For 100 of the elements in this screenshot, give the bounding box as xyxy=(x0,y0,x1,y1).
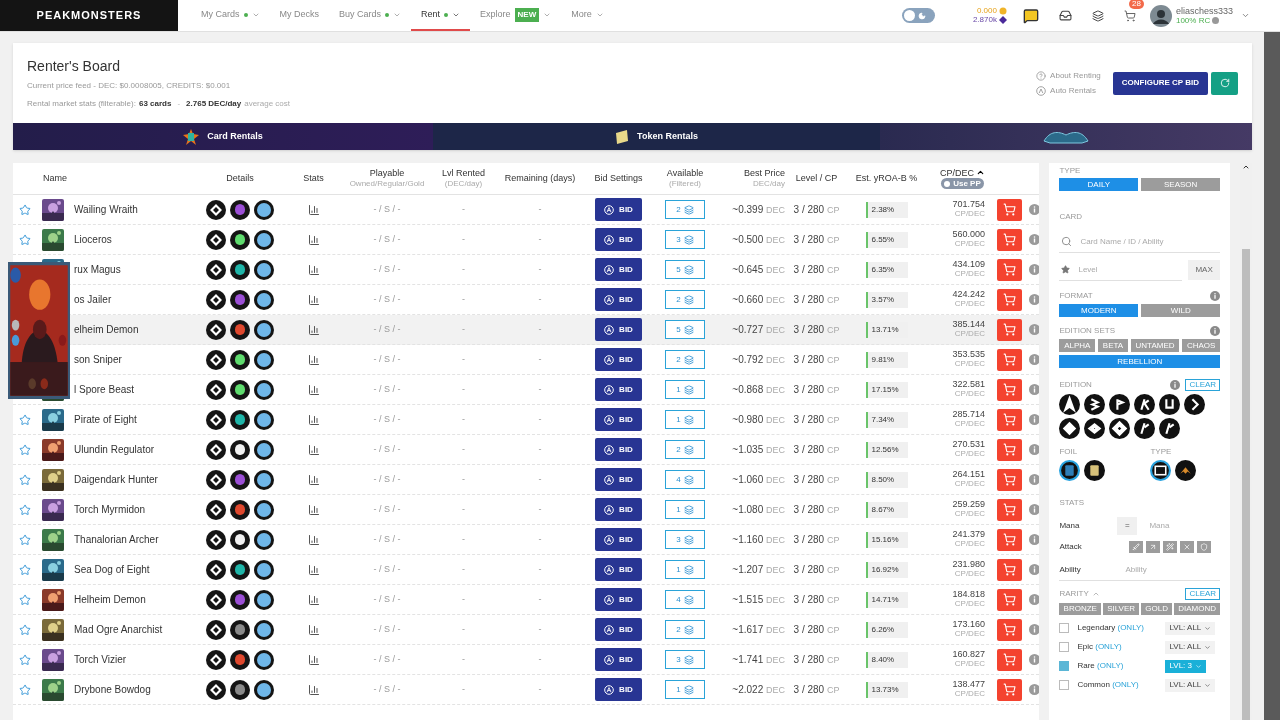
rarity-checkbox[interactable] xyxy=(1059,661,1070,671)
inbox-icon[interactable] xyxy=(1058,9,1072,22)
card-name[interactable]: rux Magus xyxy=(74,262,121,277)
available-button[interactable]: 2 xyxy=(665,200,705,219)
available-button[interactable]: 4 xyxy=(665,470,705,489)
refresh-button[interactable] xyxy=(1211,71,1238,95)
column-header[interactable]: Level / CP xyxy=(795,173,838,184)
attack-type-button[interactable] xyxy=(1163,541,1178,553)
attack-type-button[interactable] xyxy=(1180,541,1195,553)
cart-button[interactable] xyxy=(997,348,1022,371)
card-name[interactable]: Wailing Wraith xyxy=(74,202,138,217)
edition-icon[interactable] xyxy=(1084,418,1106,439)
edition-icon[interactable] xyxy=(1084,394,1106,415)
available-button[interactable]: 1 xyxy=(665,680,705,699)
info-icon[interactable] xyxy=(1212,17,1220,25)
column-header[interactable]: Stats xyxy=(303,173,324,184)
edition-icon[interactable] xyxy=(1134,418,1156,439)
info-icon[interactable] xyxy=(1029,354,1040,365)
cart-button[interactable] xyxy=(997,648,1022,671)
scroll-up-icon[interactable] xyxy=(1242,163,1251,171)
cart-button[interactable] xyxy=(997,558,1022,581)
card-name[interactable]: Daigendark Hunter xyxy=(74,472,158,487)
nav-item[interactable]: More xyxy=(561,0,614,31)
info-icon[interactable] xyxy=(1210,326,1221,336)
column-header[interactable]: Available xyxy=(666,168,704,180)
stats-icon[interactable] xyxy=(307,413,320,426)
bid-button[interactable]: BID xyxy=(595,648,642,671)
edition-icon[interactable] xyxy=(1159,394,1181,415)
available-button[interactable]: 3 xyxy=(665,530,705,549)
bid-button[interactable]: BID xyxy=(595,258,642,281)
info-icon[interactable] xyxy=(1029,294,1040,305)
cart-button[interactable] xyxy=(997,408,1022,431)
star-icon[interactable] xyxy=(19,653,31,666)
card-search-field[interactable]: Card Name / ID / Ability xyxy=(1059,231,1221,253)
level-field[interactable]: Level xyxy=(1059,259,1183,281)
bid-button[interactable]: BID xyxy=(595,438,642,461)
info-icon[interactable] xyxy=(1029,564,1040,575)
edition-icon[interactable] xyxy=(1059,418,1081,439)
edition-icon[interactable] xyxy=(1184,394,1206,415)
max-button[interactable]: MAX xyxy=(1188,260,1221,280)
star-icon[interactable] xyxy=(19,203,31,216)
card-name[interactable]: Helheim Demon xyxy=(74,592,146,607)
star-icon[interactable] xyxy=(19,533,31,546)
cart-icon[interactable] xyxy=(1123,9,1136,22)
info-icon[interactable] xyxy=(1029,264,1040,275)
layers-icon[interactable] xyxy=(1091,9,1104,22)
card-name[interactable]: Lioceros xyxy=(74,232,112,247)
scrollbar-thumb[interactable] xyxy=(1242,249,1251,720)
stats-icon[interactable] xyxy=(307,203,320,216)
summoner-icon[interactable] xyxy=(1175,460,1197,481)
attack-type-button[interactable] xyxy=(1197,541,1212,553)
card-name[interactable]: son Sniper xyxy=(74,352,122,367)
stats-icon[interactable] xyxy=(307,653,320,666)
column-header[interactable]: Best Price xyxy=(744,168,785,180)
cart-button[interactable] xyxy=(997,618,1022,641)
card-name[interactable]: Sea Dog of Eight xyxy=(74,562,150,577)
bid-button[interactable]: BID xyxy=(595,498,642,521)
level-dropdown[interactable]: LVL: ALL xyxy=(1165,621,1216,635)
column-header[interactable]: Remaining (days) xyxy=(504,173,576,184)
available-button[interactable]: 5 xyxy=(665,320,705,339)
available-button[interactable]: 5 xyxy=(665,260,705,279)
mana-operator-button[interactable]: = xyxy=(1117,517,1138,535)
rarity-checkbox[interactable] xyxy=(1059,680,1070,690)
stats-icon[interactable] xyxy=(307,623,320,636)
star-icon[interactable] xyxy=(19,563,31,576)
page-scrollbar[interactable] xyxy=(1264,32,1280,720)
card-name[interactable]: Drybone Bowdog xyxy=(74,682,151,697)
nav-item[interactable]: My Decks xyxy=(269,0,330,31)
configure-cp-bid-button[interactable]: CONFIGURE CP BID xyxy=(1112,71,1208,95)
available-button[interactable]: 2 xyxy=(665,290,705,309)
info-icon[interactable] xyxy=(1170,380,1181,390)
card-name[interactable]: Ulundin Regulator xyxy=(74,442,155,457)
available-button[interactable]: 2 xyxy=(665,620,705,639)
star-icon[interactable] xyxy=(19,233,31,246)
bid-button[interactable]: BID xyxy=(595,468,642,491)
cart-button[interactable] xyxy=(997,588,1022,611)
column-header[interactable]: Playable xyxy=(369,168,405,180)
stats-icon[interactable] xyxy=(307,233,320,246)
level-dropdown[interactable]: LVL: ALL xyxy=(1165,640,1216,654)
star-icon[interactable] xyxy=(19,473,31,486)
stats-icon[interactable] xyxy=(307,593,320,606)
cart-button[interactable] xyxy=(997,288,1022,311)
bid-button[interactable]: BID xyxy=(595,348,642,371)
star-icon[interactable] xyxy=(19,443,31,456)
info-icon[interactable] xyxy=(1029,324,1040,335)
cart-button[interactable] xyxy=(997,198,1022,221)
available-button[interactable]: 3 xyxy=(665,650,705,669)
cart-button[interactable] xyxy=(997,228,1022,251)
info-icon[interactable] xyxy=(1029,384,1040,395)
bid-button[interactable]: BID xyxy=(595,528,642,551)
bid-button[interactable]: BID xyxy=(595,408,642,431)
card-name[interactable]: Pirate of Eight xyxy=(74,412,137,427)
bid-button[interactable]: BID xyxy=(595,558,642,581)
level-input[interactable]: Level xyxy=(1078,263,1159,276)
available-button[interactable]: 2 xyxy=(665,440,705,459)
theme-toggle[interactable] xyxy=(901,8,935,23)
column-header[interactable]: Details xyxy=(226,173,254,184)
info-icon[interactable] xyxy=(1029,504,1040,515)
cart-button[interactable] xyxy=(997,498,1022,521)
bid-button[interactable]: BID xyxy=(595,318,642,341)
